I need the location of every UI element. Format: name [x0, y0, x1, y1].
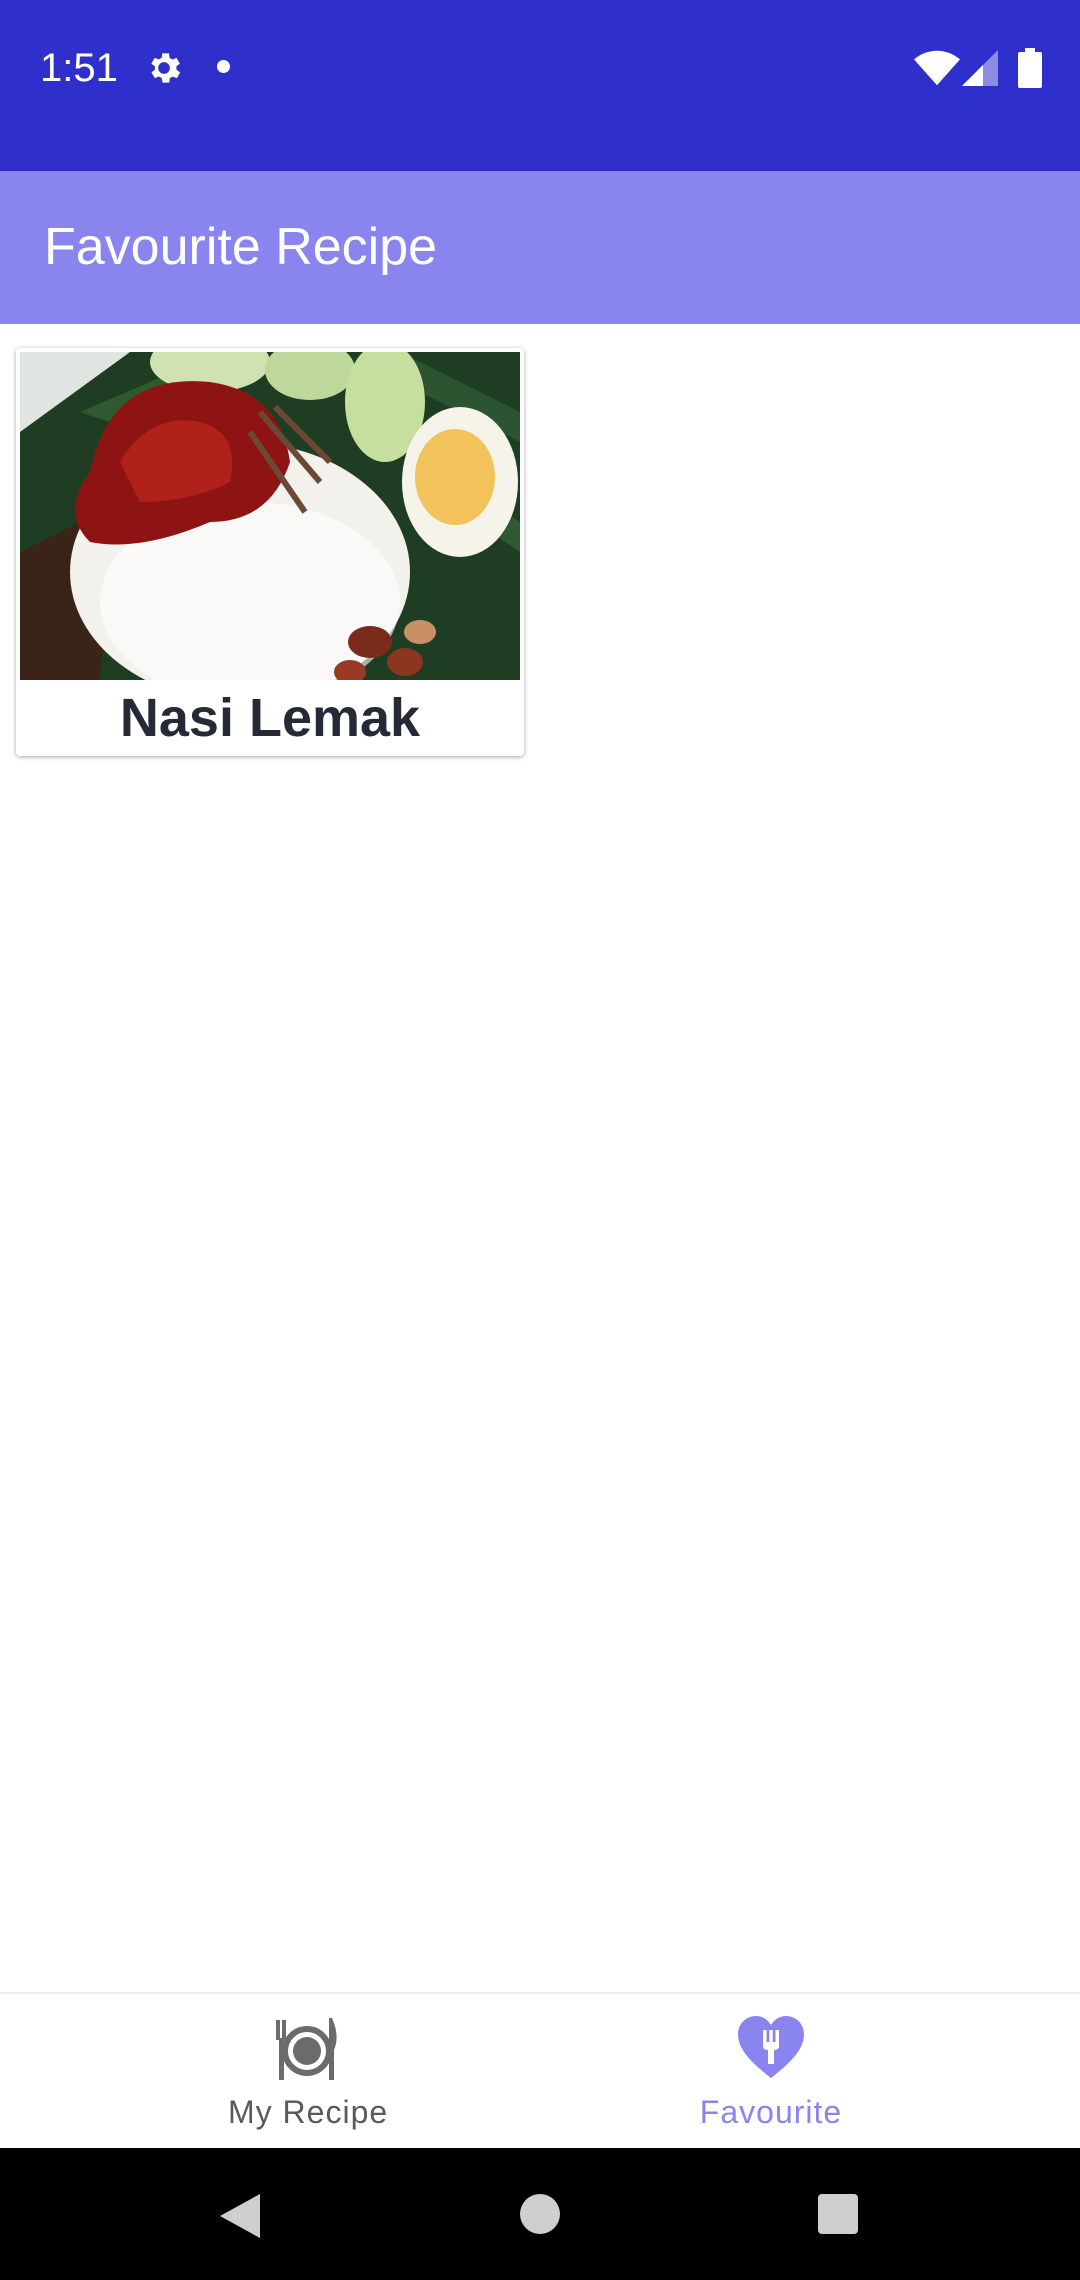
notification-dot-icon — [217, 60, 230, 73]
home-icon[interactable] — [520, 2194, 560, 2234]
battery-icon — [1018, 48, 1042, 88]
recipe-grid: Nasi Lemak — [0, 324, 1080, 1992]
recipe-title: Nasi Lemak — [119, 688, 421, 748]
system-navigation-bar — [0, 2148, 1080, 2280]
recipe-image — [20, 352, 520, 680]
wifi-icon — [914, 50, 960, 86]
app-bar: Favourite Recipe — [0, 171, 1080, 324]
nav-label-my-recipe: My Recipe — [228, 2094, 389, 2130]
nav-item-my-recipe[interactable]: My Recipe — [0, 1994, 540, 2150]
status-time: 1:51 — [40, 46, 118, 90]
gear-icon — [151, 53, 181, 83]
bottom-navigation: My Recipe Favourite — [0, 1992, 1080, 2148]
nav-item-favourite[interactable]: Favourite — [540, 1994, 1080, 2150]
status-bar: 1:51 — [0, 0, 1080, 171]
plate-cutlery-icon — [276, 2018, 337, 2080]
recents-icon[interactable] — [818, 2194, 858, 2234]
back-icon[interactable] — [218, 2192, 262, 2240]
nav-label-favourite: Favourite — [699, 2094, 843, 2130]
recipe-card[interactable]: Nasi Lemak — [16, 348, 524, 756]
heart-fork-icon — [738, 2016, 804, 2078]
signal-icon — [962, 50, 998, 86]
page-title: Favourite Recipe — [44, 218, 438, 276]
